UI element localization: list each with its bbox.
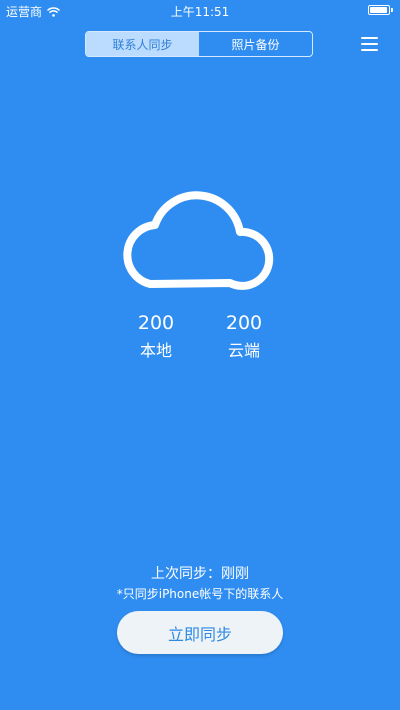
hamburger-menu-icon[interactable] [361,37,378,51]
local-count-value: 200 [137,312,175,334]
sync-counts: 200 本地 200 云端 [0,312,400,362]
cloud-icon [110,190,290,300]
sync-note: *只同步iPhone帐号下的联系人 [116,587,284,601]
battery-icon [368,5,393,15]
menu-line [361,49,378,51]
cloud-count: 200 云端 [214,312,274,361]
local-count: 200 本地 [126,312,186,361]
cloud-count-label: 云端 [227,341,260,360]
status-bar: 运营商 上午11:51 [0,0,400,22]
battery-level [370,7,387,13]
menu-line [361,43,378,45]
segmented-control: 联系人同步 照片备份 [85,31,313,57]
local-count-label: 本地 [139,341,172,360]
last-sync-text: 上次同步：刚刚 [151,566,249,582]
cloud-count-value: 200 [225,312,263,334]
tab-photo-backup[interactable]: 照片备份 [199,32,312,56]
tab-contact-sync[interactable]: 联系人同步 [86,32,199,56]
menu-line [361,37,378,39]
sync-now-button[interactable]: 立即同步 [117,611,283,654]
status-time: 上午11:51 [170,5,230,19]
